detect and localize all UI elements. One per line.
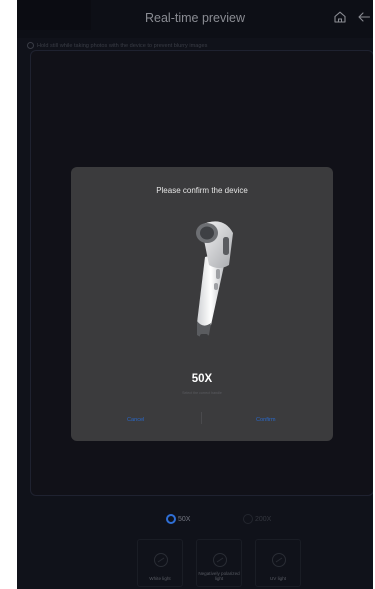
radio-unselected-icon[interactable] [243,514,253,524]
header-bar: Real-time preview [17,0,373,38]
magnification-label: 200X [255,515,272,523]
device-handle-image [196,221,233,340]
magnification-label: 50X [178,515,191,523]
magnification-option-200x[interactable]: 200X [243,514,271,524]
info-icon [27,42,34,49]
radio-selected-icon[interactable] [166,514,176,524]
button-divider [201,412,202,424]
light-mode-label: Negatively polarized light [198,571,240,581]
confirm-button[interactable]: Confirm [256,417,276,423]
back-arrow-icon[interactable] [357,10,371,24]
home-icon[interactable] [333,10,347,24]
cancel-button[interactable]: Cancel [127,417,144,423]
light-mode-label: UV light [269,576,287,581]
page-title: Real-time preview [144,11,246,25]
polarized-light-icon [213,553,227,567]
light-mode-white[interactable]: White light [137,539,183,587]
dialog-title: Please confirm the device [156,186,248,195]
light-mode-label: White light [149,576,171,581]
hint-text: Hold still while taking photos with the … [37,42,208,49]
confirm-device-dialog: Please confirm the device 50X Select the… [71,167,333,441]
uv-light-icon [272,553,286,567]
device-subtitle: Select the correct handle [182,391,222,395]
light-mode-uv[interactable]: UV light [255,539,301,587]
white-light-icon [154,553,168,567]
device-model-label: 50X [191,373,213,385]
light-mode-polarized[interactable]: Negatively polarized light [196,539,242,587]
magnification-option-50x[interactable]: 50X [166,514,190,524]
hold-still-hint: Hold still while taking photos with the … [27,42,207,49]
